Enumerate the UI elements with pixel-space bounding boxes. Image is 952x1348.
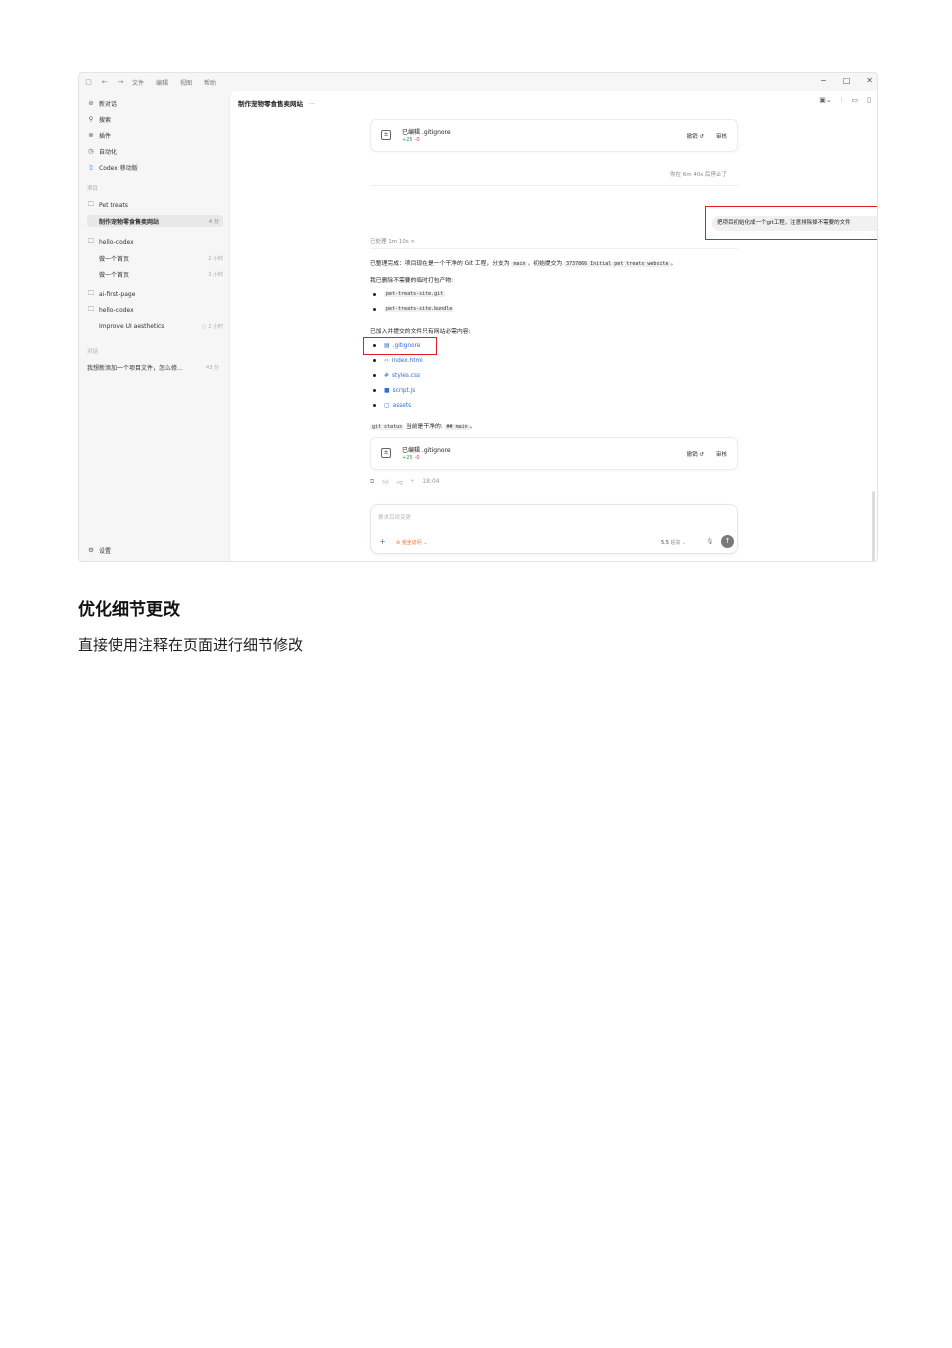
- review-button[interactable]: 审核: [716, 450, 727, 458]
- message-time: 18:04: [422, 478, 440, 485]
- edited-file-card[interactable]: ± 已编辑 .gitignore +25 -0 撤销 ↺ 审核: [370, 119, 738, 152]
- app-screenshot: ▢ ← → 文件 编辑 视图 帮助 − □ ✕ ⊘ 新对话 ⚲ 搜索 ⊚ 插件 ◷ 自动…: [78, 72, 878, 562]
- undo-button[interactable]: 撤销 ↺: [687, 450, 704, 458]
- access-mode-dropdown[interactable]: ⊘ 完全访问 ⌄: [396, 539, 428, 546]
- sidebar-toggle-icon[interactable]: ▢: [84, 78, 93, 86]
- processed-toggle[interactable]: 已处理 1m 10s >: [370, 237, 415, 245]
- project-hello-codex-2[interactable]: 🗀 hello-codex: [87, 304, 134, 316]
- thumbs-up-icon[interactable]: 👍︎: [382, 478, 388, 486]
- file-link-item[interactable]: # styles.css: [373, 372, 420, 379]
- send-button[interactable]: ↑: [721, 535, 734, 548]
- main-panel: 制作宠物零食售卖网站 ··· ▣⌄ ⫶ ▭ ▯ ± 已编辑 .gitignore …: [229, 91, 877, 561]
- page-title: 制作宠物零食售卖网站 ···: [238, 100, 316, 108]
- cloud-icon: ○: [202, 323, 207, 330]
- edited-file-card[interactable]: ± 已编辑 .gitignore +25 -0 撤销 ↺ 审核: [370, 437, 738, 470]
- back-arrow-icon[interactable]: ←: [100, 78, 109, 86]
- clock-icon: ◷: [88, 147, 94, 155]
- model-selector[interactable]: 5.5 超高 ⌄: [661, 539, 686, 546]
- composer-input[interactable]: 要求后续变更: [378, 513, 411, 521]
- file-diff-icon: ±: [381, 130, 391, 140]
- file-link-item[interactable]: ‹› index.html: [373, 357, 423, 364]
- chat-item[interactable]: 我想新添加一个项目文件，怎么修... 43 分: [87, 361, 223, 373]
- divider: [370, 185, 738, 186]
- open-in-editor-icon[interactable]: ▣⌄: [819, 96, 831, 105]
- gitignore-highlight: [363, 337, 437, 355]
- hash-icon: #: [384, 372, 390, 379]
- new-chat-icon: ⊘: [88, 99, 94, 107]
- panel-toggle-icon[interactable]: ▯: [867, 96, 871, 105]
- window-controls: − □ ✕: [820, 76, 873, 85]
- thread-item[interactable]: 制作宠物零食售卖网站 4 分: [87, 215, 223, 227]
- code-icon: ‹›: [384, 357, 389, 364]
- project-hello-codex[interactable]: 🗀 hello-codex: [87, 236, 134, 248]
- folder-icon: 🗀: [87, 288, 95, 297]
- summary-text: 已整理完成：项目现在是一个干净的 Git 工程，分支为 main ，初始提交为 3…: [370, 261, 677, 267]
- thread-item[interactable]: 做一个首页 3 小时: [99, 268, 223, 280]
- added-intro: 已加入并提交的文件只有网站必需内容:: [370, 329, 471, 335]
- forward-arrow-icon[interactable]: →: [116, 78, 125, 86]
- review-button[interactable]: 审核: [716, 132, 727, 140]
- thread-item[interactable]: 做一个首页 2 小时: [99, 252, 223, 264]
- copy-icon[interactable]: ⧉: [370, 478, 374, 486]
- sidebar-item-new-chat[interactable]: ⊘ 新对话: [87, 97, 117, 109]
- microphone-icon[interactable]: 🎙︎: [706, 538, 714, 545]
- close-icon[interactable]: ✕: [866, 76, 873, 85]
- search-icon: ⚲: [88, 115, 94, 123]
- project-pet-treats[interactable]: 🗀 Pet treats: [87, 199, 128, 211]
- branch-icon[interactable]: ⑂: [411, 478, 415, 486]
- js-icon: ■: [384, 387, 390, 394]
- sidebar-item-automation[interactable]: ◷ 自动化: [87, 145, 117, 157]
- sidebar: ⊘ 新对话 ⚲ 搜索 ⊚ 插件 ◷ 自动化 ▯ Codex 移动版 项目 🗀 Pet tre…: [79, 91, 229, 561]
- folder-icon: ▢: [384, 402, 390, 409]
- diff-icon[interactable]: ⫶: [841, 96, 843, 105]
- thread-item[interactable]: Improve UI aesthetics ○ 2 小时: [99, 320, 223, 332]
- sidebar-item-mobile[interactable]: ▯ Codex 移动版: [87, 161, 138, 173]
- folder-git-icon: 🗀: [87, 304, 95, 313]
- divider: [370, 248, 738, 249]
- user-message: 把项目初始化成一个git工程，注意排除掉不需要的文件: [712, 216, 877, 231]
- menu-edit[interactable]: 编辑: [156, 78, 168, 87]
- more-options-icon[interactable]: ···: [309, 100, 315, 108]
- message-actions: ⧉ 👍︎ 👎︎ ⑂ 18:04: [370, 478, 440, 486]
- menu-help[interactable]: 帮助: [204, 78, 216, 87]
- plugin-icon: ⊚: [88, 131, 94, 139]
- top-toolbar: ▣⌄ ⫶ ▭ ▯: [819, 96, 871, 105]
- file-link-item[interactable]: ▢ assets: [373, 402, 411, 409]
- section-paragraph: 直接使用注释在页面进行细节修改: [78, 636, 304, 654]
- scrollbar[interactable]: [872, 491, 875, 561]
- gear-icon: ⚙: [88, 546, 94, 554]
- file-diff-icon: ±: [381, 448, 391, 458]
- sidebar-item-search[interactable]: ⚲ 搜索: [87, 113, 111, 125]
- list-item: pet-treats-site.git: [373, 291, 446, 297]
- removed-intro: 我已删除不需要的临时打包产物:: [370, 278, 454, 284]
- sidebar-item-plugins[interactable]: ⊚ 插件: [87, 129, 111, 141]
- user-message-highlight: 把项目初始化成一个git工程，注意排除掉不需要的文件: [705, 206, 877, 240]
- list-item: pet-treats-site.bundle: [373, 306, 455, 312]
- project-ai-first-page[interactable]: 🗀 ai-first-page: [87, 288, 136, 300]
- menu-view[interactable]: 视图: [180, 78, 192, 87]
- settings-button[interactable]: ⚙ 设置: [87, 544, 111, 556]
- chats-section-label: 对话: [87, 349, 99, 355]
- title-bar: ▢ ← → 文件 编辑 视图 帮助 − □ ✕: [79, 73, 877, 91]
- terminal-icon[interactable]: ▭: [852, 96, 859, 105]
- maximize-icon[interactable]: □: [843, 76, 851, 85]
- undo-button[interactable]: 撤销 ↺: [687, 132, 704, 140]
- composer[interactable]: 要求后续变更 + ⊘ 完全访问 ⌄ 5.5 超高 ⌄ 🎙︎ ↑: [370, 504, 738, 554]
- menu-file[interactable]: 文件: [132, 78, 144, 87]
- mobile-icon: ▯: [89, 163, 93, 171]
- file-link-item[interactable]: ■ script.js: [373, 387, 415, 394]
- git-status-line: git status 当前是干净的: ## main。: [370, 424, 476, 430]
- add-icon[interactable]: +: [379, 537, 386, 546]
- folder-icon: 🗀: [87, 236, 95, 245]
- folder-icon: 🗀: [87, 199, 95, 208]
- minimize-icon[interactable]: −: [820, 76, 827, 85]
- projects-section-label: 项目: [87, 186, 99, 192]
- thumbs-down-icon[interactable]: 👎︎: [397, 478, 403, 486]
- section-heading: 优化细节更改: [78, 600, 180, 620]
- stopped-note: 你在 6m 40s 后停止了: [670, 172, 727, 178]
